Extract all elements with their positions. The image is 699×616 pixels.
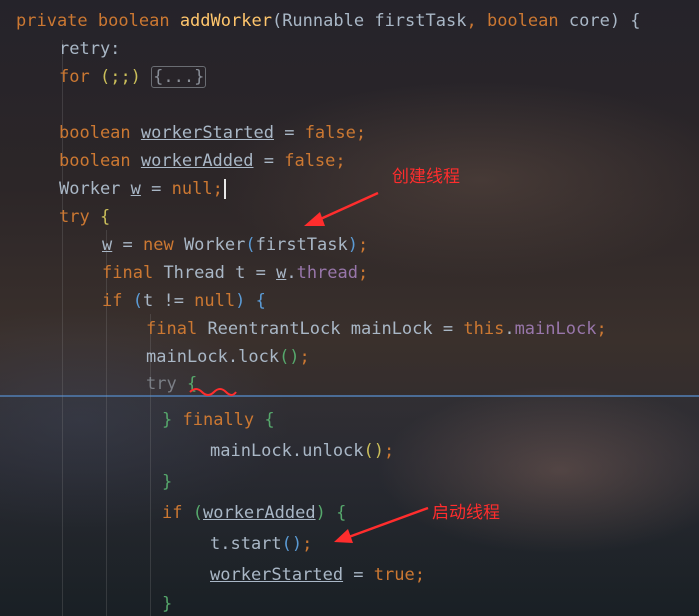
code-editor[interactable]: private boolean addWorker(Runnable first… [0,0,699,616]
squiggle-underline [189,388,237,396]
annotation-overlay [189,191,429,543]
arrow-create-thread [304,191,379,226]
arrow-start-thread [334,506,429,543]
